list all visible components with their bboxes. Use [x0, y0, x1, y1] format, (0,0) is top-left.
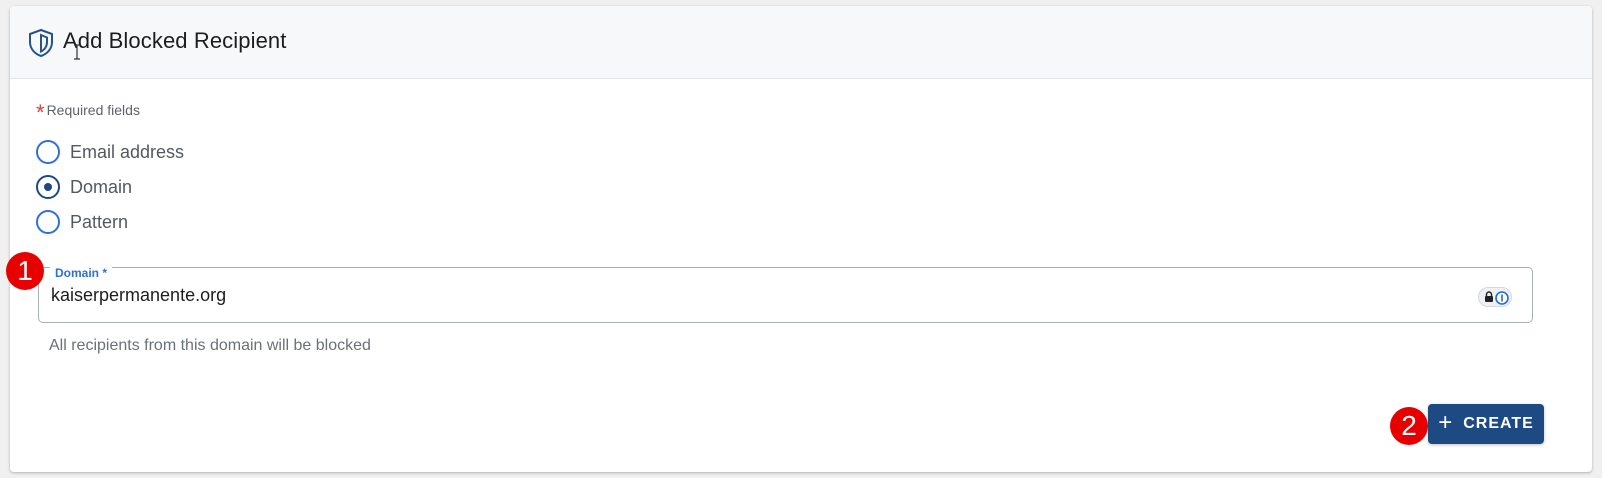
plus-icon: +: [1438, 409, 1454, 436]
domain-field[interactable]: [38, 267, 1533, 323]
shield-icon: [27, 28, 55, 58]
domain-helper-text: All recipients from this domain will be …: [49, 337, 371, 354]
radio-label: Email address: [70, 141, 185, 162]
create-button-label: CREATE: [1463, 415, 1534, 432]
card-header: Add Blocked Recipient: [10, 6, 1592, 79]
radio-domain[interactable]: Domain: [36, 172, 132, 202]
text-cursor-icon: [72, 44, 82, 60]
radio-email-address[interactable]: Email address: [36, 137, 184, 167]
domain-field-label: Domain *: [50, 266, 113, 280]
radio-button[interactable]: [36, 175, 60, 199]
step-badge-1: 1: [6, 252, 44, 290]
add-blocked-recipient-card: Add Blocked Recipient * Required fields E…: [10, 6, 1592, 472]
radio-button[interactable]: [36, 210, 60, 234]
radio-label: Domain: [70, 176, 133, 197]
radio-label: Pattern: [70, 211, 129, 232]
password-manager-icon[interactable]: [1478, 287, 1512, 307]
step-badge-2: 2: [1390, 407, 1428, 445]
radio-pattern[interactable]: Pattern: [36, 207, 128, 237]
create-button[interactable]: + CREATE: [1428, 404, 1544, 444]
required-asterisk: *: [36, 100, 45, 125]
domain-input[interactable]: [51, 282, 1451, 308]
radio-button[interactable]: [36, 140, 60, 164]
required-fields-label: Required fields: [46, 102, 140, 118]
page-title: Add Blocked Recipient: [63, 28, 287, 53]
required-fields-note: * Required fields: [36, 100, 140, 126]
